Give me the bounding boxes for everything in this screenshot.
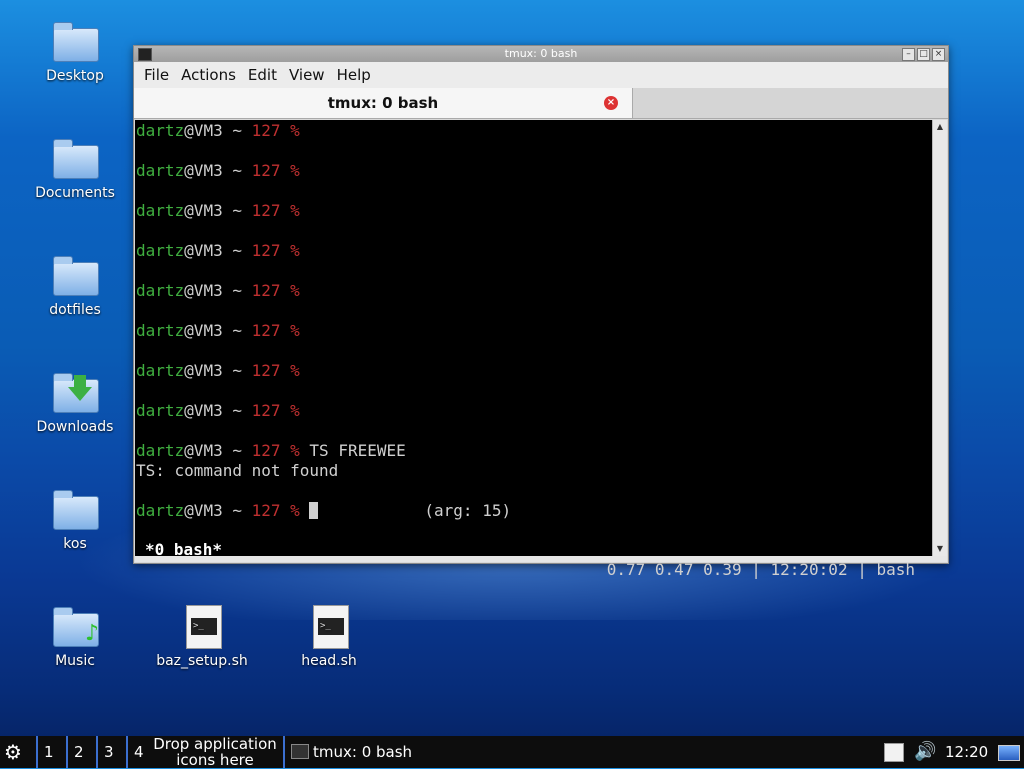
tab-close-icon[interactable]: × <box>604 96 618 110</box>
terminal-window[interactable]: tmux: 0 bash – □ × File Actions Edit Vie… <box>133 45 949 579</box>
prompt-line: dartz@VM3 ~ 127 % <box>136 281 300 300</box>
menu-bar: File Actions Edit View Help <box>134 62 948 88</box>
prompt-line: dartz@VM3 ~ 127 % <box>136 161 300 180</box>
menu-file[interactable]: File <box>138 66 175 84</box>
desktop-icon-label: Music <box>55 653 95 669</box>
prompt-line-command: dartz@VM3 ~ 127 % TS FREEWEE <box>136 441 406 460</box>
desktop-icon-label: head.sh <box>301 653 357 669</box>
menu-actions[interactable]: Actions <box>175 66 242 84</box>
terminal-app-icon[interactable] <box>138 48 152 61</box>
desktop-icon-label: baz_setup.sh <box>156 653 248 669</box>
horizontal-scrollbar[interactable] <box>135 556 947 562</box>
prompt-line-current: dartz@VM3 ~ 127 % (arg: 15) <box>136 501 512 520</box>
prompt-line: dartz@VM3 ~ 127 % <box>136 121 300 140</box>
folder-icon <box>51 254 99 298</box>
launcher-drop-zone[interactable]: Drop application icons here <box>150 736 280 768</box>
desktop-icon-label: dotfiles <box>49 302 101 318</box>
clock[interactable]: 12:20 <box>945 736 988 768</box>
text-cursor <box>309 502 319 519</box>
scroll-down-icon[interactable]: ▼ <box>934 543 946 555</box>
tmux-status-bar: *0 bash* 0.77 0.47 0.39 | 12:20:02 | bas… <box>135 520 932 579</box>
folder-icon <box>51 20 99 64</box>
shell-script-icon: >_ <box>305 605 353 649</box>
downloads-folder-icon <box>51 371 99 415</box>
scroll-up-icon[interactable]: ▲ <box>934 121 946 133</box>
vertical-scrollbar[interactable]: ▲ ▼ <box>932 120 947 556</box>
shell-script-icon: >_ <box>178 605 226 649</box>
desktop-icon-music[interactable]: ♪ Music <box>20 605 130 669</box>
minimize-button[interactable]: – <box>902 48 915 61</box>
tmux-status-right: 0.77 0.47 0.39 | 12:20:02 | bash <box>606 560 915 579</box>
tab-bar: tmux: 0 bash × <box>134 88 948 119</box>
start-menu-icon[interactable]: ⚙ <box>4 736 22 768</box>
window-titlebar[interactable]: tmux: 0 bash – □ × <box>134 46 948 62</box>
desktop-icon-desktop[interactable]: Desktop <box>20 20 130 84</box>
desktop-icon-documents[interactable]: Documents <box>20 137 130 201</box>
prompt-line: dartz@VM3 ~ 127 % <box>136 361 300 380</box>
prompt-line: dartz@VM3 ~ 127 % <box>136 241 300 260</box>
taskbar-task-tmux[interactable]: tmux: 0 bash <box>283 736 412 768</box>
workspace-2[interactable]: 2 <box>66 736 84 768</box>
workspace-4[interactable]: 4 <box>126 736 144 768</box>
desktop-icon-head[interactable]: >_ head.sh <box>274 605 384 669</box>
close-button[interactable]: × <box>932 48 945 61</box>
terminal-area[interactable]: dartz@VM3 ~ 127 % dartz@VM3 ~ 127 % dart… <box>135 120 932 579</box>
drop-zone-label: Drop application <box>153 735 277 753</box>
maximize-button[interactable]: □ <box>917 48 930 61</box>
menu-view[interactable]: View <box>283 66 331 84</box>
desktop-icon-label: kos <box>63 536 87 552</box>
taskbar: ⚙ 1 2 3 4 Drop application icons here tm… <box>0 736 1024 768</box>
desktop-icon-label: Documents <box>35 185 115 201</box>
window-title: tmux: 0 bash <box>504 47 578 60</box>
folder-icon <box>51 488 99 532</box>
desktop-icon-label: Downloads <box>36 419 114 435</box>
arg-indicator: (arg: 15) <box>424 501 512 520</box>
error-line: TS: command not found <box>136 461 339 480</box>
desktop-icon-dotfiles[interactable]: dotfiles <box>20 254 130 318</box>
tab-tmux[interactable]: tmux: 0 bash × <box>134 88 633 118</box>
desktop-icon-kos[interactable]: kos <box>20 488 130 552</box>
folder-icon <box>51 137 99 181</box>
desktop-icon-downloads[interactable]: Downloads <box>20 371 130 435</box>
music-folder-icon: ♪ <box>51 605 99 649</box>
clipboard-icon[interactable] <box>884 743 904 762</box>
show-desktop-icon[interactable] <box>998 745 1020 761</box>
tab-label: tmux: 0 bash <box>327 94 439 112</box>
prompt-line: dartz@VM3 ~ 127 % <box>136 321 300 340</box>
desktop-icon-baz-setup[interactable]: >_ baz_setup.sh <box>147 605 257 669</box>
workspace-3[interactable]: 3 <box>96 736 114 768</box>
menu-edit[interactable]: Edit <box>242 66 283 84</box>
command-text: TS FREEWEE <box>309 441 406 460</box>
terminal-icon <box>291 744 309 759</box>
menu-help[interactable]: Help <box>331 66 377 84</box>
workspace-1[interactable]: 1 <box>36 736 54 768</box>
drop-zone-label: icons here <box>176 751 254 769</box>
task-label: tmux: 0 bash <box>313 743 413 761</box>
prompt-line: dartz@VM3 ~ 127 % <box>136 401 300 420</box>
prompt-line: dartz@VM3 ~ 127 % <box>136 201 300 220</box>
volume-icon[interactable]: 🔊 <box>914 736 936 768</box>
desktop-icon-label: Desktop <box>46 68 104 84</box>
